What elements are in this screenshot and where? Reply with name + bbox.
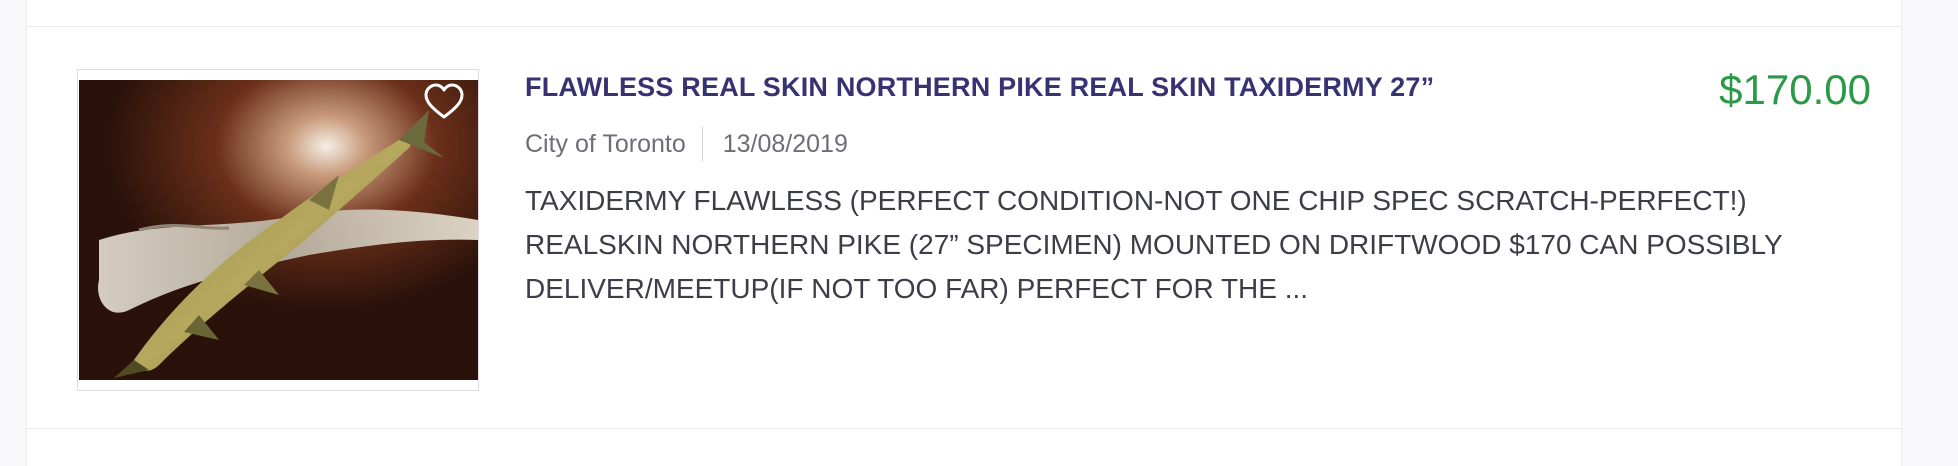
- listing-card[interactable]: FLAWLESS REAL SKIN NORTHERN PIKE REAL SK…: [27, 27, 1901, 428]
- listing-description: TAXIDERMY FLAWLESS (PERFECT CONDITION-NO…: [525, 185, 1783, 304]
- heart-outline-icon: [424, 83, 464, 119]
- listing-date: 13/08/2019: [722, 129, 848, 158]
- listing-meta: City of Toronto 13/08/2019: [525, 127, 848, 161]
- listing-thumbnail-frame[interactable]: [77, 69, 479, 391]
- divider: [27, 428, 1901, 429]
- page: FLAWLESS REAL SKIN NORTHERN PIKE REAL SK…: [0, 0, 1958, 466]
- favorite-button[interactable]: [422, 80, 466, 124]
- pike-photo: [79, 80, 478, 380]
- listing-title-link[interactable]: FLAWLESS REAL SKIN NORTHERN PIKE REAL SK…: [525, 72, 1434, 103]
- listing-location: City of Toronto: [525, 129, 686, 158]
- listing-panel: FLAWLESS REAL SKIN NORTHERN PIKE REAL SK…: [26, 0, 1902, 466]
- listing-price: $170.00: [1719, 66, 1871, 113]
- listing-thumbnail[interactable]: [79, 80, 478, 380]
- meta-separator: [701, 127, 703, 161]
